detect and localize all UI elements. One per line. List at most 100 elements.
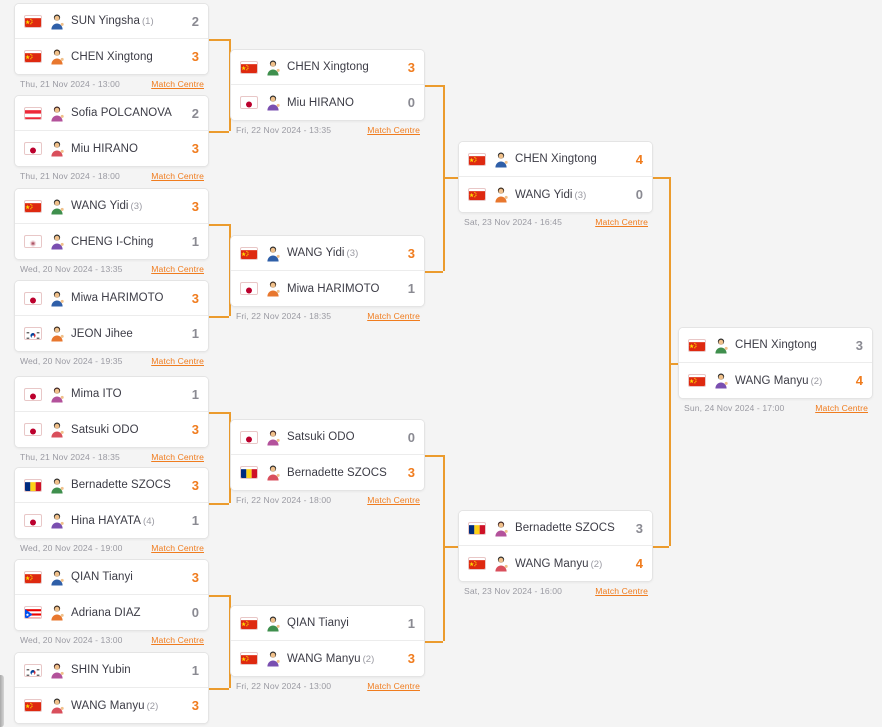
player-row[interactable]: Mima ITO 1 — [15, 377, 208, 412]
left-scroll-nub[interactable] — [0, 675, 4, 727]
match-centre-link[interactable]: Match Centre — [151, 79, 204, 89]
player-name: WANG Yidi (3) — [515, 188, 587, 201]
player-row[interactable]: Adriana DIAZ 0 — [15, 595, 208, 630]
flag-icon-austria — [24, 106, 42, 120]
player-name: SHIN Yubin — [71, 664, 131, 676]
flag-icon-china — [24, 699, 42, 712]
bracket-connector-line — [653, 546, 669, 548]
match-card-body[interactable]: CHEN Xingtong 3 WANG Manyu (2) 4 — [678, 327, 873, 399]
player-row[interactable]: Bernadette SZOCS 3 — [15, 468, 208, 503]
player-row[interactable]: QIAN Tianyi 1 — [231, 606, 424, 641]
player-row[interactable]: CHENG I-Ching 1 — [15, 224, 208, 259]
player-row[interactable]: WANG Yidi (3) 3 — [15, 189, 208, 224]
player-row[interactable]: SHIN Yubin 1 — [15, 653, 208, 688]
match-card-body[interactable]: QIAN Tianyi 1 WANG Manyu (2) 3 — [230, 605, 425, 677]
match-datetime: Fri, 22 Nov 2024 - 13:00 — [236, 681, 332, 691]
flag-icon-japan — [240, 430, 258, 444]
player-avatar-icon — [49, 13, 65, 30]
match-card-body[interactable]: Satsuki ODO 0 Bernadette SZOCS 3 — [230, 419, 425, 491]
player-row[interactable]: CHEN Xingtong 4 — [459, 142, 652, 177]
match-centre-link[interactable]: Match Centre — [595, 217, 648, 227]
player-row[interactable]: WANG Yidi (3) 3 — [231, 236, 424, 271]
player-row[interactable]: Miu HIRANO 3 — [15, 131, 208, 166]
player-name: JEON Jihee — [71, 327, 133, 340]
player-name: WANG Manyu (2) — [515, 557, 603, 570]
player-avatar-icon — [493, 151, 509, 168]
player-avatar-icon — [493, 555, 509, 572]
match-centre-link[interactable]: Match Centre — [815, 403, 868, 413]
player-score: 3 — [191, 290, 199, 306]
player-row[interactable]: WANG Manyu (2) 3 — [15, 688, 208, 723]
match-card-body[interactable]: CHEN Xingtong 4 WANG Yidi (3) 0 — [458, 141, 653, 213]
player-name: Satsuki ODO — [287, 431, 355, 443]
match-centre-link[interactable]: Match Centre — [151, 171, 204, 181]
flag-icon-japan — [24, 291, 42, 305]
match-centre-link[interactable]: Match Centre — [151, 452, 204, 462]
player-row[interactable]: QIAN Tianyi 3 — [15, 560, 208, 595]
flag-icon-china — [24, 50, 42, 63]
player-row[interactable]: CHEN Xingtong 3 — [231, 50, 424, 85]
player-name: SUN Yingsha (1) — [71, 15, 154, 27]
player-name: CHEN Xingtong — [71, 50, 153, 63]
player-row[interactable]: SUN Yingsha (1) 2 — [15, 4, 208, 39]
player-row[interactable]: Miwa HARIMOTO 1 — [231, 271, 424, 306]
player-avatar-icon — [265, 280, 281, 297]
match-card-body[interactable]: Bernadette SZOCS 3 WANG Manyu (2) 4 — [458, 510, 653, 582]
player-name: Bernadette SZOCS — [515, 522, 615, 534]
player-row[interactable]: CHEN Xingtong 3 — [679, 328, 872, 363]
player-row[interactable]: WANG Manyu (2) 4 — [679, 363, 872, 398]
match-datetime: Wed, 20 Nov 2024 - 19:00 — [20, 543, 123, 553]
match-card-body[interactable]: WANG Yidi (3) 3 CHENG I-Ching 1 — [14, 188, 209, 260]
player-row[interactable]: Bernadette SZOCS 3 — [459, 511, 652, 546]
match-centre-link[interactable]: Match Centre — [367, 681, 420, 691]
match-centre-link[interactable]: Match Centre — [151, 635, 204, 645]
player-row[interactable]: JEON Jihee 1 — [15, 316, 208, 351]
player-row[interactable]: Satsuki ODO 3 — [15, 412, 208, 447]
player-score: 0 — [635, 187, 643, 202]
match-card-body[interactable]: Miwa HARIMOTO 3 JEON Jihee 1 — [14, 280, 209, 352]
flag-icon-japan — [24, 514, 42, 527]
match-card-body[interactable]: CHEN Xingtong 3 Miu HIRANO 0 — [230, 49, 425, 121]
match-centre-link[interactable]: Match Centre — [367, 495, 420, 505]
player-row[interactable]: Hina HAYATA (4) 1 — [15, 503, 208, 538]
match-card-body[interactable]: Bernadette SZOCS 3 Hina HAYATA (4) 1 — [14, 467, 209, 539]
match-centre-link[interactable]: Match Centre — [595, 586, 648, 596]
match-centre-link[interactable]: Match Centre — [151, 356, 204, 366]
match-centre-link[interactable]: Match Centre — [367, 125, 420, 135]
player-row[interactable]: Miwa HARIMOTO 3 — [15, 281, 208, 316]
match-card-body[interactable]: SHIN Yubin 1 WANG Manyu (2) 3 — [14, 652, 209, 724]
player-row[interactable]: Sofia POLCANOVA 2 — [15, 96, 208, 131]
match-centre-link[interactable]: Match Centre — [151, 543, 204, 553]
player-seed: (3) — [346, 248, 359, 259]
match-datetime: Fri, 22 Nov 2024 - 13:35 — [236, 125, 332, 135]
player-score: 3 — [855, 337, 863, 353]
match-datetime: Sun, 24 Nov 2024 - 17:00 — [684, 403, 785, 413]
player-score: 3 — [191, 569, 199, 585]
match-card: Bernadette SZOCS 3 Hina HAYATA (4) 1 Wed, 20 … — [14, 467, 209, 553]
player-row[interactable]: Miu HIRANO 0 — [231, 85, 424, 120]
player-avatar-icon — [49, 421, 65, 438]
match-centre-link[interactable]: Match Centre — [367, 311, 420, 321]
flag-icon-china — [24, 570, 42, 584]
player-score: 0 — [191, 605, 199, 620]
match-datetime: Sat, 23 Nov 2024 - 16:00 — [464, 586, 562, 596]
player-seed: (2) — [146, 700, 159, 712]
player-avatar-icon — [49, 105, 65, 122]
match-centre-link[interactable]: Match Centre — [151, 264, 204, 274]
match-card-body[interactable]: Sofia POLCANOVA 2 Miu HIRANO 3 — [14, 95, 209, 167]
player-row[interactable]: Satsuki ODO 0 — [231, 420, 424, 455]
flag-icon-romania — [24, 478, 42, 492]
player-row[interactable]: WANG Manyu (2) 4 — [459, 546, 652, 581]
match-card-body[interactable]: Mima ITO 1 Satsuki ODO 3 — [14, 376, 209, 448]
player-avatar-icon — [265, 429, 281, 446]
match-card-body[interactable]: WANG Yidi (3) 3 Miwa HARIMOTO 1 — [230, 235, 425, 307]
player-row[interactable]: WANG Yidi (3) 0 — [459, 177, 652, 212]
match-card-body[interactable]: SUN Yingsha (1) 2 CHEN Xingtong 3 — [14, 3, 209, 75]
player-score: 1 — [407, 281, 415, 296]
player-row[interactable]: WANG Manyu (2) 3 — [231, 641, 424, 676]
match-meta: Thu, 21 Nov 2024 - 18:00 Match Centre — [14, 167, 209, 181]
player-row[interactable]: Bernadette SZOCS 3 — [231, 455, 424, 490]
player-avatar-icon — [49, 48, 65, 65]
match-card-body[interactable]: QIAN Tianyi 3 Adriana DIAZ 0 — [14, 559, 209, 631]
player-row[interactable]: CHEN Xingtong 3 — [15, 39, 208, 74]
